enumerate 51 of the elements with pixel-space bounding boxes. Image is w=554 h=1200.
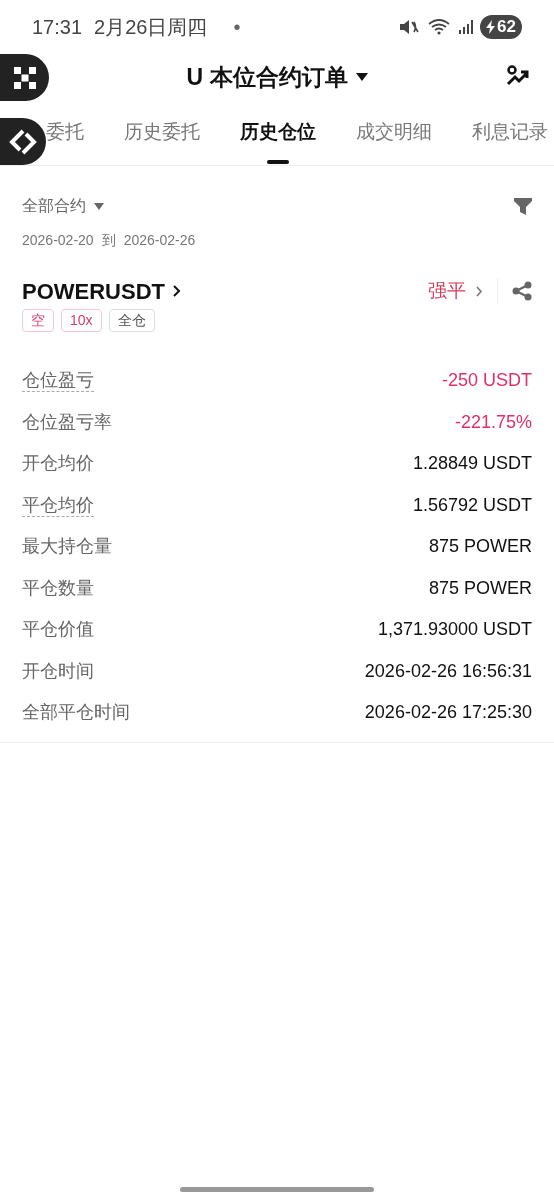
field-value: 1,371.93000 USDT bbox=[377, 618, 532, 642]
tab[interactable]: 成交明细 bbox=[356, 99, 432, 166]
date-separator: 到 bbox=[101, 231, 116, 250]
field-label: 平仓价值 bbox=[22, 618, 94, 642]
date-to: 2026-02-26 bbox=[123, 231, 196, 250]
tab[interactable]: 历史委托 bbox=[124, 99, 200, 166]
tag: 全仓 bbox=[108, 309, 155, 332]
title-dropdown[interactable]: U 本位合约订单 bbox=[186, 59, 368, 95]
tab[interactable]: 历史仓位 bbox=[240, 99, 316, 166]
field-label: 全部平仓时间 bbox=[22, 701, 130, 725]
status-date: 2月26日周四 bbox=[94, 15, 208, 40]
filter-icon[interactable] bbox=[514, 197, 532, 215]
field-label: 平仓数量 bbox=[22, 576, 94, 600]
trend-icon[interactable] bbox=[506, 64, 530, 88]
swap-arrows-icon bbox=[9, 128, 37, 155]
battery-indicator: 62 bbox=[480, 15, 522, 39]
float-swap-button[interactable] bbox=[0, 118, 46, 165]
share-icon[interactable] bbox=[512, 281, 532, 301]
tab[interactable]: 利息记录 bbox=[472, 99, 548, 166]
field-label: 仓位盈亏 bbox=[22, 369, 94, 393]
field-value: 1.56792 USDT bbox=[412, 493, 532, 517]
field-label: 最大持仓量 bbox=[22, 535, 112, 559]
date-from: 2026-02-20 bbox=[22, 231, 94, 250]
mute-icon bbox=[398, 18, 421, 36]
status-time: 17:31 bbox=[32, 15, 83, 40]
field-value: 875 POWER bbox=[428, 535, 532, 559]
field-value: -250 USDT bbox=[441, 369, 532, 393]
field-label: 平仓均价 bbox=[22, 493, 94, 517]
field-value: -221.75% bbox=[454, 410, 532, 434]
status-link[interactable]: 强平 bbox=[428, 276, 483, 306]
field-label: 开仓时间 bbox=[22, 659, 94, 683]
contract-filter-dropdown[interactable]: 全部合约 bbox=[22, 194, 104, 218]
caret-icon bbox=[94, 202, 104, 210]
field-value: 1.28849 USDT bbox=[412, 452, 532, 476]
charging-icon bbox=[486, 20, 496, 34]
tag: 10x bbox=[61, 309, 102, 332]
field-value: 2026-02-26 16:56:31 bbox=[364, 659, 532, 683]
chevron-icon bbox=[173, 285, 181, 297]
field-value: 875 POWER bbox=[428, 576, 532, 600]
tag: 空 bbox=[22, 309, 54, 332]
grid-icon bbox=[13, 66, 36, 89]
chevron-icon bbox=[476, 285, 483, 297]
notification-dot: • bbox=[233, 15, 241, 40]
tab[interactable]: 委托 bbox=[46, 99, 84, 166]
float-grid-button[interactable] bbox=[0, 54, 49, 101]
symbol-link[interactable]: POWERUSDT bbox=[22, 274, 181, 308]
caret-icon bbox=[355, 73, 368, 81]
field-value: 2026-02-26 17:25:30 bbox=[364, 701, 532, 725]
field-label: 开仓均价 bbox=[22, 452, 94, 476]
signal-icon bbox=[458, 19, 475, 35]
field-label: 仓位盈亏率 bbox=[22, 410, 112, 434]
